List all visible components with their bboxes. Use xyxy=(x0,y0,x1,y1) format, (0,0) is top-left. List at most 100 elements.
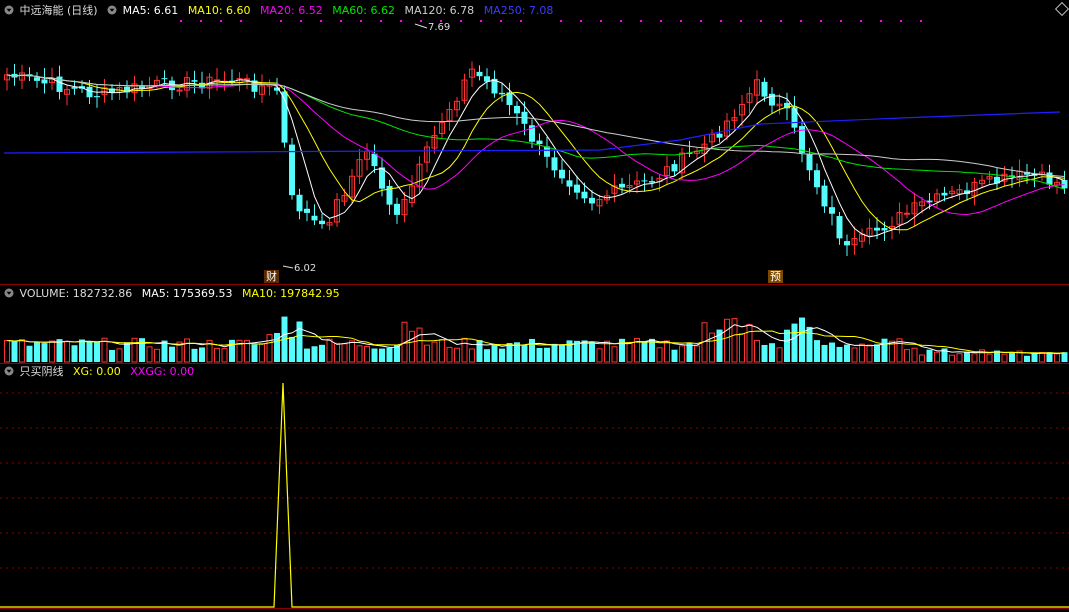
candle-body xyxy=(499,92,505,95)
volume-bar xyxy=(431,341,438,363)
volume-bar xyxy=(521,344,528,362)
volume-bar xyxy=(304,348,310,362)
volume-readout: VOLUME: 182732.86 xyxy=(19,287,133,300)
volume-bar xyxy=(124,342,130,362)
volume-bar xyxy=(956,353,963,363)
volume-bar xyxy=(784,329,790,362)
candle-body xyxy=(791,107,798,128)
volume-bar xyxy=(146,346,153,363)
candle-body xyxy=(641,180,648,182)
candle-body xyxy=(536,140,543,145)
volume-bar xyxy=(454,347,460,363)
volume-bar xyxy=(844,344,850,362)
volume-bar xyxy=(799,317,805,362)
volume-bar xyxy=(349,340,355,363)
candle-body xyxy=(379,167,385,189)
volume-bar xyxy=(319,344,325,362)
volume-bar xyxy=(4,340,10,363)
chevron-down-icon[interactable] xyxy=(107,5,117,15)
volume-bar xyxy=(866,344,873,363)
signal-dot xyxy=(520,20,522,22)
volume-bar xyxy=(94,341,100,362)
signal-dot xyxy=(300,20,302,22)
chevron-down-icon[interactable] xyxy=(4,288,14,298)
volume-bar xyxy=(971,353,978,363)
candle-body xyxy=(581,191,588,199)
signal-dot xyxy=(360,20,362,22)
signal-dot xyxy=(880,20,882,22)
candle-body xyxy=(289,144,295,196)
volume-ma10-readout: MA10: 197842.95 xyxy=(241,287,340,300)
volume-bar xyxy=(1039,351,1045,363)
volume-bar xyxy=(266,334,273,363)
ma120-readout: MA120: 6.78 xyxy=(404,4,475,17)
volume-bar xyxy=(184,338,190,363)
volume-bar xyxy=(761,344,768,362)
signal-dot xyxy=(600,20,602,22)
volume-bar xyxy=(334,342,340,363)
signal-dot xyxy=(380,20,382,22)
signal-dot xyxy=(800,20,802,22)
volume-bar xyxy=(229,339,235,362)
signal-dot xyxy=(820,20,822,22)
volume-bar xyxy=(296,321,303,362)
volume-bar xyxy=(131,337,138,363)
volume-bar xyxy=(469,348,475,363)
volume-bar xyxy=(874,344,880,362)
candle-body xyxy=(574,184,580,193)
volume-bar xyxy=(476,340,483,362)
chevron-down-icon[interactable] xyxy=(4,5,14,15)
chevron-down-icon[interactable] xyxy=(4,366,14,376)
candle-body xyxy=(821,185,828,207)
candle-body xyxy=(649,181,655,183)
signal-dot xyxy=(180,20,182,22)
candle-body xyxy=(296,194,303,212)
candle-body xyxy=(589,197,595,204)
low-pointer xyxy=(282,265,294,269)
financial-report-badge[interactable]: 财 xyxy=(264,270,279,283)
volume-bar xyxy=(214,347,220,363)
indicator-panel-header: 只买阴线 XG: 0.00 XXGG: 0.00 xyxy=(4,364,200,380)
volume-bar xyxy=(364,345,370,363)
volume-bar xyxy=(41,343,48,362)
volume-bar xyxy=(341,343,348,363)
signal-dot xyxy=(720,20,722,22)
signal-dot xyxy=(840,20,842,22)
high-pointer xyxy=(414,23,428,29)
signal-dot xyxy=(760,20,762,22)
volume-bar xyxy=(964,351,970,362)
volume-bar xyxy=(371,348,378,362)
candle-body xyxy=(619,183,625,188)
volume-bar xyxy=(289,336,295,362)
volume-bar xyxy=(26,345,33,362)
ma20-readout: MA20: 6.52 xyxy=(260,4,323,17)
signal-dot xyxy=(220,20,222,22)
candle-body xyxy=(319,220,325,225)
volume-bar xyxy=(251,344,258,362)
ma250-readout: MA250: 7.08 xyxy=(483,4,554,17)
volume-bar xyxy=(949,354,955,363)
volume-bar xyxy=(221,348,228,363)
signal-dot xyxy=(740,20,742,22)
chart-canvas[interactable] xyxy=(0,0,1069,612)
volume-bar xyxy=(536,347,543,362)
stock-title: 中远海能 (日线) xyxy=(19,4,98,17)
volume-bar xyxy=(934,351,940,363)
signal-dot xyxy=(500,20,502,22)
volume-bar xyxy=(821,344,828,362)
volume-bar xyxy=(626,341,633,363)
signal-dot xyxy=(700,20,702,22)
volume-bar xyxy=(656,347,663,363)
volume-bar xyxy=(724,318,730,363)
candle-body xyxy=(86,86,93,98)
signal-dot xyxy=(420,20,422,22)
candle-body xyxy=(94,96,100,98)
volume-bar xyxy=(551,343,558,362)
signal-dot xyxy=(460,20,462,22)
volume-bar xyxy=(424,344,430,363)
volume-bar xyxy=(641,341,648,362)
candle-body xyxy=(1061,180,1068,189)
volume-bar xyxy=(109,349,115,362)
forecast-badge[interactable]: 预 xyxy=(768,270,783,283)
candle-body xyxy=(41,79,48,84)
